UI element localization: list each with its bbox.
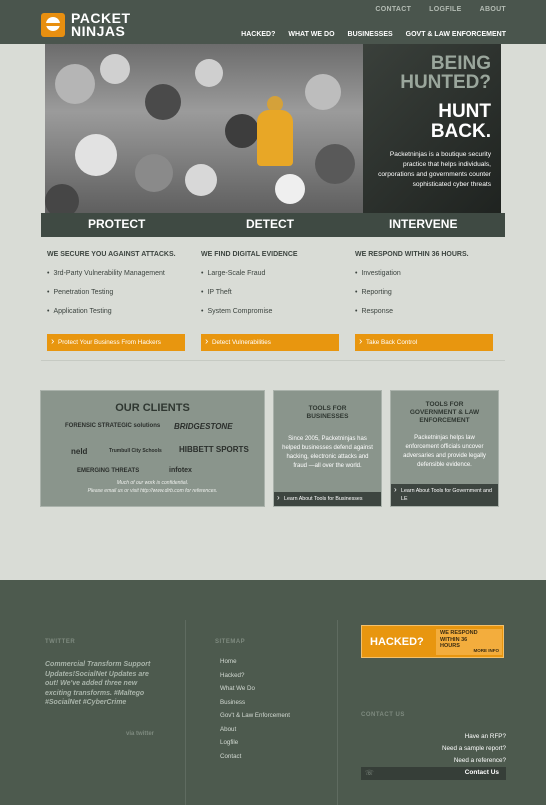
logo-line-2: NINJAS bbox=[71, 23, 126, 39]
sitemap-logfile[interactable]: Logfile bbox=[220, 739, 290, 753]
list-item: System Compromise bbox=[201, 308, 341, 327]
client-logo-hibbett: HIBBETT SPORTS bbox=[179, 445, 249, 454]
sitemap-business[interactable]: Business bbox=[220, 699, 290, 713]
client-logo-emerging-threats: EMERGING THREATS bbox=[77, 468, 140, 474]
crowd-photo bbox=[45, 44, 363, 213]
section-divider bbox=[41, 360, 505, 361]
contact-title: CONTACT US bbox=[361, 712, 405, 718]
nav-hacked[interactable]: HACKED? bbox=[241, 31, 275, 38]
contact-lines: Have an RFP? Need a sample report? Need … bbox=[442, 733, 506, 769]
services-band: PROTECT DETECT INTERVENE bbox=[41, 213, 505, 237]
list-item: Reporting bbox=[355, 289, 495, 308]
site-logo[interactable]: PACKET NINJAS bbox=[41, 11, 131, 39]
ninja-logo-icon bbox=[41, 13, 65, 37]
client-logo-trumbull: Trumbull City Schools bbox=[109, 448, 162, 454]
main-nav: HACKED? WHAT WE DO BUSINESSES GOVT & LAW… bbox=[241, 31, 506, 38]
hero-hunt: HUNT bbox=[438, 101, 491, 122]
hacked-banner-title: HACKED? bbox=[370, 636, 424, 648]
contact-us-button[interactable]: ☏ Contact Us bbox=[361, 767, 506, 780]
list-item: Response bbox=[355, 308, 495, 327]
confidential-note: Much of our work is confidential. Please… bbox=[41, 479, 264, 495]
column-intervene: WE RESPOND WITHIN 36 HOURS. Investigatio… bbox=[355, 251, 495, 327]
detect-cta-button[interactable]: Detect Vulnerabilities bbox=[201, 334, 339, 351]
list-item: Investigation bbox=[355, 270, 495, 289]
tools-gov-title-2: GOVERNMENT & LAW bbox=[409, 409, 480, 416]
band-detect: DETECT bbox=[246, 217, 294, 231]
contact-us-label: Contact Us bbox=[464, 769, 499, 776]
hacked-banner-button[interactable]: HACKED? WE RESPOND WITHIN 36 HOURS MORE … bbox=[361, 625, 504, 658]
sitemap-about[interactable]: About bbox=[220, 726, 290, 740]
hero-description: Packetninjas is a boutique security prac… bbox=[378, 151, 491, 188]
tweet-text[interactable]: Commercial Transform Support Updates!Soc… bbox=[45, 660, 160, 708]
client-logo-neld: neld bbox=[71, 447, 88, 456]
sitemap-contact[interactable]: Contact bbox=[220, 753, 290, 767]
contact-rfp: Have an RFP? bbox=[464, 733, 506, 740]
utility-nav: CONTACT LOGFILE ABOUT bbox=[375, 6, 506, 13]
twitter-title: TWITTER bbox=[45, 639, 76, 645]
nav-about[interactable]: ABOUT bbox=[480, 6, 506, 13]
clients-panel: OUR CLIENTS FORENSIC STRATEGIC solutions… bbox=[40, 390, 265, 507]
client-logo-infotex: infotex bbox=[169, 467, 192, 474]
nav-logfile[interactable]: LOGFILE bbox=[429, 6, 461, 13]
contact-sample: Need a sample report? bbox=[441, 745, 506, 752]
protect-cta-button[interactable]: Protect Your Business From Hackers bbox=[47, 334, 185, 351]
hero-hunted: HUNTED? bbox=[400, 72, 491, 93]
list-item: Application Testing bbox=[47, 308, 187, 327]
column-heading: WE RESPOND WITHIN 36 HOURS. bbox=[355, 251, 469, 258]
column-heading: WE SECURE YOU AGAINST ATTACKS. bbox=[47, 251, 176, 258]
sitemap-list: Home Hacked? What We Do Business Gov't &… bbox=[220, 658, 290, 766]
hero-banner: BEING HUNTED? HUNT BACK. Packetninjas is… bbox=[45, 44, 501, 213]
client-logo-bridgestone: BRIDGESTONE bbox=[174, 422, 233, 431]
hacked-banner-text: WE RESPOND WITHIN 36 HOURS bbox=[440, 630, 478, 650]
band-protect: PROTECT bbox=[88, 217, 146, 231]
sitemap-title: SITEMAP bbox=[215, 639, 246, 645]
footer-divider bbox=[337, 620, 338, 805]
tools-gov-body: Packetninjas helps law enforcement offic… bbox=[403, 435, 486, 468]
tools-businesses-panel: TOOLS FOR BUSINESSES Since 2005, Packetn… bbox=[273, 390, 382, 507]
sitemap-home[interactable]: Home bbox=[220, 658, 290, 672]
highlighted-person bbox=[255, 96, 295, 166]
tools-title-2: BUSINESSES bbox=[306, 413, 349, 420]
sitemap-gov[interactable]: Gov't & Law Enforcement bbox=[220, 712, 290, 726]
hero-back: BACK. bbox=[430, 121, 491, 142]
nav-what-we-do[interactable]: WHAT WE DO bbox=[288, 31, 334, 38]
hacked-banner-box: WE RESPOND WITHIN 36 HOURS MORE INFO bbox=[436, 629, 502, 655]
column-detect: WE FIND DIGITAL EVIDENCE Large-Scale Fra… bbox=[201, 251, 341, 327]
tools-gov-title-1: TOOLS FOR bbox=[425, 401, 464, 408]
list-item: Penetration Testing bbox=[47, 289, 187, 308]
sitemap-what-we-do[interactable]: What We Do bbox=[220, 685, 290, 699]
client-logo-forensic: FORENSIC STRATEGIC solutions bbox=[65, 423, 161, 429]
band-intervene: INTERVENE bbox=[389, 217, 458, 231]
nav-govt-law[interactable]: GOVT & LAW ENFORCEMENT bbox=[406, 31, 506, 38]
learn-gov-link[interactable]: Learn About Tools for Government and LE bbox=[391, 484, 498, 506]
tools-gov-panel: TOOLS FOR GOVERNMENT & LAW ENFORCEMENT P… bbox=[390, 390, 499, 507]
more-info-link[interactable]: MORE INFO bbox=[474, 648, 500, 653]
tools-gov-title-3: ENFORCEMENT bbox=[419, 417, 470, 424]
column-protect: WE SECURE YOU AGAINST ATTACKS. 3rd-Party… bbox=[47, 251, 187, 327]
hero-text-panel: BEING HUNTED? HUNT BACK. Packetninjas is… bbox=[363, 44, 501, 213]
list-item: Large-Scale Fraud bbox=[201, 270, 341, 289]
via-twitter-link[interactable]: via twitter bbox=[126, 731, 154, 737]
hero-being: BEING bbox=[430, 53, 491, 74]
nav-contact[interactable]: CONTACT bbox=[375, 6, 411, 13]
site-header: PACKET NINJAS CONTACT LOGFILE ABOUT HACK… bbox=[0, 0, 546, 44]
learn-business-link[interactable]: Learn About Tools for Businesses bbox=[274, 492, 381, 506]
tools-title-1: TOOLS FOR bbox=[308, 405, 347, 412]
confidential-note-line-1: Much of our work is confidential. bbox=[116, 480, 189, 486]
list-item: IP Theft bbox=[201, 289, 341, 308]
clients-title: OUR CLIENTS bbox=[115, 402, 190, 414]
nav-businesses[interactable]: BUSINESSES bbox=[348, 31, 393, 38]
list-item: 3rd-Party Vulnerability Management bbox=[47, 270, 187, 289]
intervene-cta-button[interactable]: Take Back Control bbox=[355, 334, 493, 351]
footer-divider bbox=[185, 620, 186, 805]
confidential-note-line-2: Please email us or visit http://www.dirb… bbox=[87, 488, 218, 494]
column-heading: WE FIND DIGITAL EVIDENCE bbox=[201, 251, 298, 258]
tools-business-body: Since 2005, Packetninjas has helped busi… bbox=[282, 436, 373, 469]
phone-icon: ☏ bbox=[365, 770, 374, 777]
sitemap-hacked[interactable]: Hacked? bbox=[220, 672, 290, 686]
